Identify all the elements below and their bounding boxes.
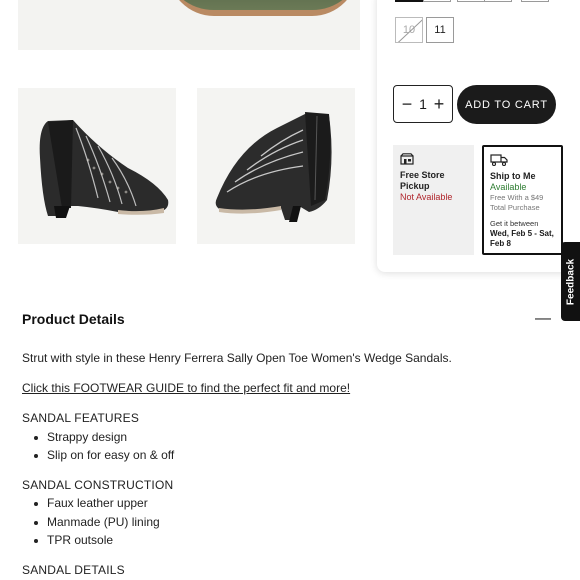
product-description: Strut with style in these Henry Ferrera … <box>22 351 452 365</box>
main-product-image[interactable] <box>18 0 360 50</box>
pickup-status: Not Available <box>400 192 453 202</box>
size-option[interactable] <box>457 0 485 2</box>
ship-note: Free With a $49 Total Purchase <box>490 193 544 212</box>
size-option[interactable] <box>423 0 451 2</box>
eta-dates: Wed, Feb 5 - Sat, Feb 8 <box>490 229 554 248</box>
ship-status: Available <box>490 182 527 192</box>
size-option-10[interactable]: 10 <box>395 17 423 43</box>
shoe-sole-graphic <box>168 0 358 16</box>
list-item: Manmade (PU) lining <box>34 515 160 529</box>
increment-button[interactable]: + <box>432 95 446 113</box>
list-item: Faux leather upper <box>34 496 148 510</box>
quantity-stepper: − 1 + <box>393 85 453 123</box>
collapse-icon[interactable]: — <box>535 310 551 328</box>
footwear-guide-link[interactable]: Click this FOOTWEAR GUIDE to find the pe… <box>22 381 350 395</box>
list-item: TPR outsole <box>33 533 114 547</box>
size-option-11[interactable]: 11 <box>426 17 454 43</box>
purchase-panel: 10 11 − 1 + ADD TO CART Free Store Picku… <box>377 0 580 272</box>
size-option[interactable] <box>521 0 549 2</box>
truck-icon <box>490 154 508 167</box>
eta-label: Get it between <box>490 219 539 228</box>
add-to-cart-label: ADD TO CART <box>465 98 548 111</box>
section-heading-details: SANDAL DETAILS <box>22 563 125 577</box>
product-thumbnail-back[interactable] <box>197 88 355 244</box>
list-item: Strappy design <box>33 430 128 444</box>
pickup-title: Free Store Pickup <box>400 170 445 191</box>
size-option[interactable] <box>484 0 512 2</box>
add-to-cart-button[interactable]: ADD TO CART <box>457 85 556 124</box>
list-item: Slip on for easy on & off <box>33 448 175 462</box>
store-icon <box>400 153 414 165</box>
sandal-back-image <box>215 112 332 222</box>
quantity-value[interactable]: 1 <box>419 96 427 112</box>
feedback-tab[interactable]: Feedback <box>561 242 580 321</box>
product-details-heading[interactable]: Product Details <box>22 311 125 327</box>
section-heading-construction: SANDAL CONSTRUCTION <box>22 478 174 492</box>
store-pickup-option[interactable]: Free Store Pickup Not Available <box>393 145 474 255</box>
section-heading-features: SANDAL FEATURES <box>22 411 140 425</box>
feedback-label: Feedback <box>565 258 576 305</box>
ship-to-me-option[interactable]: Ship to Me Available Free With a $49 Tot… <box>482 145 563 255</box>
ship-title: Ship to Me <box>490 171 536 181</box>
product-thumbnail-side[interactable] <box>18 88 176 244</box>
size-option[interactable] <box>395 0 423 2</box>
decrement-button[interactable]: − <box>400 95 414 113</box>
sandal-side-image <box>39 120 169 218</box>
